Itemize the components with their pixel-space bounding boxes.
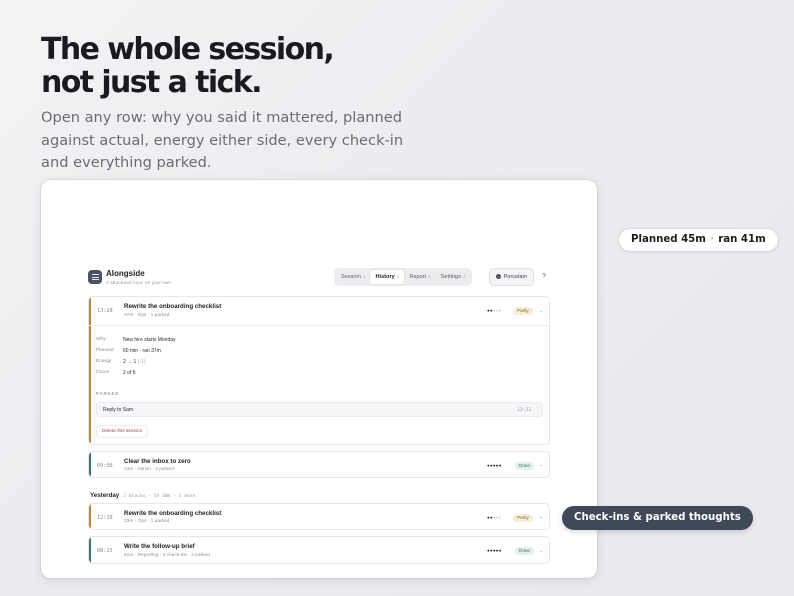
energy-change: 2 → 1 [123, 359, 137, 365]
tab-report[interactable]: Report 3 [404, 270, 435, 284]
app-window: Alongside A structured hour, on your own… [41, 180, 597, 578]
session-time: 13:28 [97, 308, 113, 314]
list-lines-icon [88, 270, 102, 284]
tab-shortcut: 1 [362, 274, 366, 279]
app-tagline: A structured hour, on your own [106, 281, 172, 286]
rating-dot: ● [498, 514, 502, 520]
divider [89, 325, 549, 326]
detail-energy-label: Energy [96, 359, 112, 364]
session-time: 09:08 [97, 462, 113, 469]
tab-label: Session [341, 274, 361, 280]
tab-settings[interactable]: Settings 4 [436, 270, 471, 284]
hero-headline: The whole session, not just a tick. [41, 32, 335, 100]
session-accent-bar [89, 537, 91, 563]
hero-headline-line2: not just a tick. [41, 65, 262, 100]
rating-dot: ● [498, 548, 502, 553]
tab-label: Report [409, 274, 427, 280]
callout-planned-left: Planned 45m [631, 234, 706, 245]
rating-dots: ●●●●● [487, 548, 502, 553]
parked-item[interactable]: Reply to Sam 13:32 [96, 402, 543, 417]
parked-item-text: Reply to Sam [103, 407, 134, 413]
session-meta: 51m · Reporting · 4 check-ins · 2 parked [124, 552, 210, 558]
session-card[interactable]: 12:18 Rewrite the onboarding checklist 3… [88, 503, 550, 530]
tab-bar: Session 1 History 2 Report 3 Settings 4 [334, 268, 473, 286]
tab-shortcut: 2 [396, 274, 400, 279]
chevron-down-icon[interactable]: ⌄ [539, 308, 543, 314]
detail-energy-value: 2 → 1 (-1) [123, 359, 146, 365]
session-time: 08:25 [97, 548, 113, 554]
session-meta: 37m · Ops · 1 parked [124, 312, 170, 318]
theme-button[interactable]: Porcelain [489, 268, 534, 286]
session-card[interactable]: 09:08 Clear the inbox to zero 14m · Admi… [88, 451, 550, 478]
tab-shortcut: 3 [428, 274, 431, 279]
session-card[interactable]: 08:25 Write the follow-up brief 51m · Re… [88, 536, 550, 564]
session-time: 12:18 [97, 514, 113, 521]
tab-label: History [375, 274, 395, 280]
tab-shortcut: 4 [462, 274, 466, 279]
status-badge: Partly [513, 513, 533, 522]
session-title: Rewrite the onboarding checklist [124, 303, 222, 310]
detail-why-value: New hire starts Monday [123, 337, 176, 343]
day-heading-summary: 2 blocks · 1h 30m · 1 done [123, 494, 196, 499]
parked-item-time: 13:32 [517, 407, 531, 413]
tab-history[interactable]: History 2 [370, 270, 405, 284]
detail-planned-label: Planned [96, 348, 114, 353]
energy-delta: (-1) [137, 359, 146, 365]
callout-planned-right: ran 41m [718, 234, 766, 245]
day-heading-yesterday: Yesterday 2 blocks · 1h 30m · 1 done [90, 484, 195, 502]
chevron-down-icon[interactable]: ⌄ [539, 514, 543, 520]
callout-planned: Planned 45m · ran 41m [618, 228, 779, 252]
session-title: Clear the inbox to zero [124, 457, 191, 465]
app-name: Alongside [106, 269, 145, 278]
hero-subhead: Open any row: why you said it mattered, … [41, 109, 404, 171]
session-title: Write the follow-up brief [124, 543, 195, 550]
chevron-down-icon[interactable]: ⌄ [539, 548, 543, 554]
tab-session[interactable]: Session 1 [336, 270, 370, 284]
hero-headline-line1: The whole session, [41, 32, 335, 67]
day-heading-label: Yesterday [90, 492, 120, 499]
parked-heading: PARKED [96, 391, 120, 396]
rating-dots: ●●●●● [487, 308, 502, 313]
detail-focus-label: Focus [96, 370, 110, 375]
session-card-expanded: 13:28 Rewrite the onboarding checklist 3… [88, 296, 550, 445]
theme-label: Porcelain [503, 274, 527, 280]
status-badge: Partly [513, 307, 533, 315]
app-header: Alongside A structured hour, on your own… [88, 266, 551, 296]
callout-checkins: Check-ins & parked thoughts [562, 506, 753, 530]
rating-dots: ●●●●● [487, 463, 502, 468]
session-row-header[interactable]: 13:28 Rewrite the onboarding checklist 3… [89, 297, 549, 325]
session-title: Rewrite the onboarding checklist [124, 509, 222, 517]
detail-focus-value: 2 of 5 [123, 370, 136, 376]
app-root: Alongside A structured hour, on your own… [88, 266, 551, 564]
delete-session-button[interactable]: Delete this session [96, 425, 149, 438]
chevron-down-icon[interactable]: ⌄ [539, 462, 543, 468]
rating-dot: ● [498, 308, 502, 313]
callout-separator: · [710, 234, 714, 245]
detail-planned-value: 60 min · ran 37m [123, 348, 161, 354]
help-button[interactable]: ? [537, 268, 551, 286]
status-badge: Done [515, 461, 534, 470]
theme-dot-icon [496, 274, 501, 279]
rating-dot: ● [498, 462, 502, 468]
session-meta: 14m · Admin · 2 parked [124, 467, 174, 472]
session-accent-bar [89, 504, 91, 529]
rating-dots: ●●●●● [487, 515, 502, 520]
detail-why-label: Why [96, 337, 106, 342]
session-meta: 33m · Ops · 1 parked [124, 519, 170, 524]
tab-label: Settings [440, 274, 461, 280]
session-accent-bar [89, 452, 91, 477]
status-badge: Done [515, 547, 534, 555]
